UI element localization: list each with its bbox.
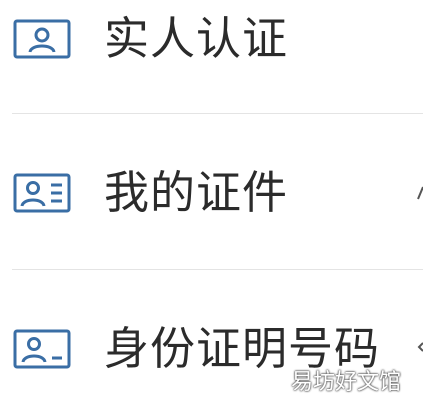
menu-list: 实人认证 我的证件 身份证明号码 易坊好文馆 (0, 0, 423, 406)
id-card-lines-icon (13, 173, 71, 213)
menu-item-real-name-verification[interactable]: 实人认证 (0, 0, 423, 78)
divider (12, 269, 423, 270)
watermark: 易坊好文馆 (290, 370, 401, 395)
menu-item-label: 我的证件 (104, 166, 289, 219)
chevron-right-icon (417, 186, 423, 200)
menu-item-my-documents[interactable]: 我的证件 (0, 154, 423, 232)
divider (12, 113, 423, 114)
person-card-icon (13, 19, 71, 59)
menu-item-label: 实人认证 (104, 12, 289, 65)
chevron-right-icon (417, 342, 423, 352)
id-card-dash-icon (13, 329, 71, 369)
